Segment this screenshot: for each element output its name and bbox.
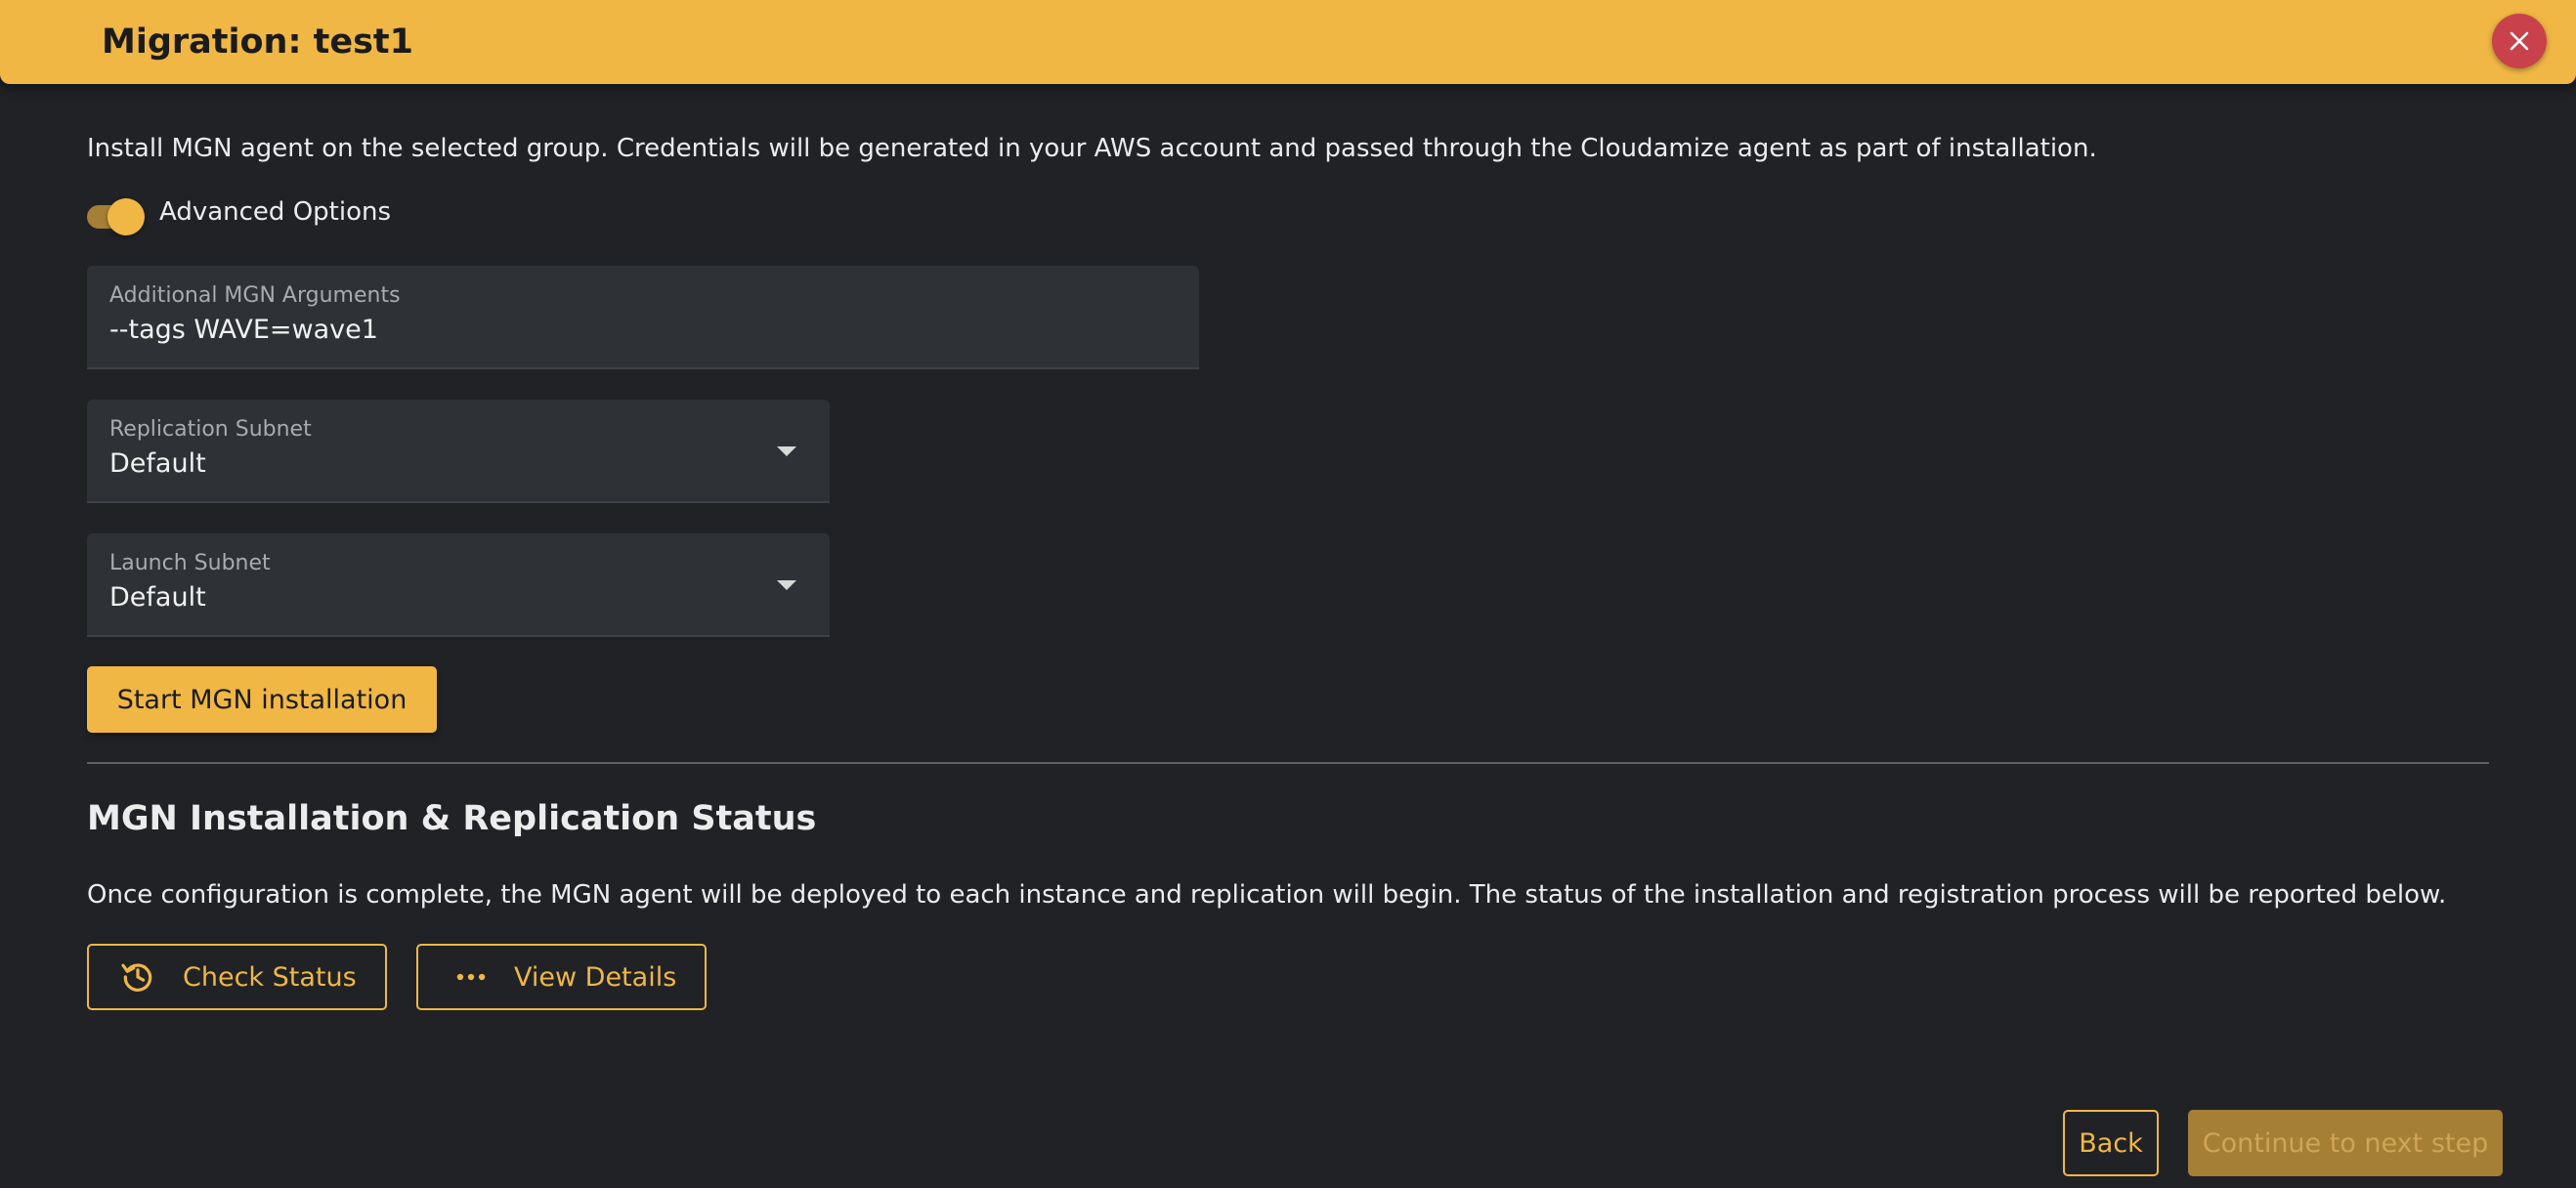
section-divider (87, 762, 2489, 764)
dialog-title: Migration: test1 (102, 22, 414, 62)
close-icon (2510, 31, 2529, 51)
advanced-options-toggle[interactable] (87, 195, 146, 236)
refresh-clock-icon (118, 957, 157, 997)
status-section-description: Once configuration is complete, the MGN … (87, 880, 2447, 910)
replication-subnet-value: Default (109, 448, 206, 479)
advanced-options-label: Advanced Options (159, 197, 392, 227)
mgn-arguments-field[interactable]: Additional MGN Arguments --tags WAVE=wav… (87, 266, 1199, 369)
view-details-label: View Details (514, 961, 677, 993)
mgn-arguments-label: Additional MGN Arguments (109, 283, 401, 308)
check-status-button[interactable]: Check Status (87, 944, 387, 1010)
back-button[interactable]: Back (2063, 1110, 2159, 1176)
advanced-options-row: Advanced Options (87, 195, 391, 236)
check-status-label: Check Status (183, 961, 357, 993)
replication-subnet-label: Replication Subnet (109, 417, 312, 442)
chevron-down-icon (777, 446, 796, 456)
replication-subnet-select[interactable]: Replication Subnet Default (87, 400, 830, 503)
close-button[interactable] (2492, 14, 2547, 68)
launch-subnet-select[interactable]: Launch Subnet Default (87, 533, 830, 637)
more-horizontal-icon (451, 957, 491, 997)
view-details-button[interactable]: View Details (416, 944, 707, 1010)
start-mgn-installation-button[interactable]: Start MGN installation (87, 666, 437, 733)
toggle-knob (107, 198, 145, 235)
continue-button[interactable]: Continue to next step (2188, 1110, 2503, 1176)
status-section-title: MGN Installation & Replication Status (87, 799, 817, 838)
dialog-header: Migration: test1 (0, 0, 2576, 84)
chevron-down-icon (777, 580, 796, 590)
mgn-arguments-value: --tags WAVE=wave1 (109, 315, 378, 345)
install-description: Install MGN agent on the selected group.… (87, 134, 2097, 163)
launch-subnet-label: Launch Subnet (109, 551, 271, 575)
launch-subnet-value: Default (109, 582, 206, 613)
